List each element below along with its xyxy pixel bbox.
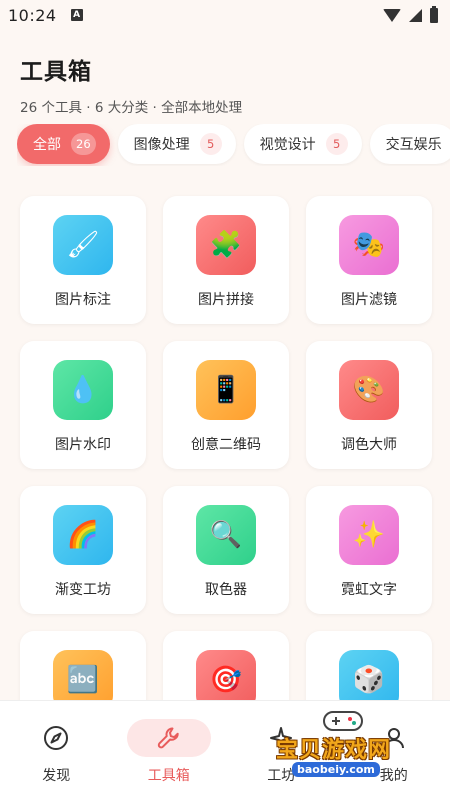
notification-a-icon: A — [70, 9, 83, 21]
tab-label: 图像处理 — [133, 137, 190, 153]
battery-icon — [430, 5, 438, 23]
tab-count-badge: 5 — [199, 133, 222, 155]
watermark-text: 宝贝游戏网 — [276, 738, 392, 763]
tab-all[interactable]: 全部 26 — [17, 124, 110, 164]
paintbrush-icon: 🖌 — [53, 215, 113, 275]
nav-item-toolbox[interactable]: 工具箱 — [121, 719, 217, 800]
page-subtitle: 26 个工具 · 6 大分类 · 全部本地处理 — [20, 100, 243, 116]
tool-card-color-picker[interactable]: 🔍 取色器 — [163, 486, 289, 614]
compass-icon — [14, 719, 98, 757]
tool-label: 调色大师 — [341, 437, 397, 453]
page-title: 工具箱 — [20, 59, 92, 85]
puzzle-icon: 🧩 — [196, 215, 256, 275]
tab-label: 交互娱乐 — [385, 137, 442, 153]
watermark-url: baobeiy.com — [292, 762, 380, 777]
wifi-icon — [383, 8, 401, 22]
tab-label: 全部 — [33, 137, 61, 153]
tool-label: 取色器 — [205, 582, 247, 598]
tool-card-gradient-workshop[interactable]: 🌈 渐变工坊 — [20, 486, 146, 614]
rainbow-icon: 🌈 — [53, 505, 113, 565]
tool-grid: 🖌 图片标注 🧩 图片拼接 🎭 图片滤镜 💧 图片水印 📱 创意二维码 🎨 调色… — [20, 196, 432, 759]
masks-icon: 🎭 — [339, 215, 399, 275]
tool-label: 创意二维码 — [191, 437, 261, 453]
nav-label: 发现 — [42, 768, 71, 784]
nav-item-discover[interactable]: 发现 — [8, 719, 104, 800]
wrench-icon — [126, 719, 211, 757]
tool-card-neon-text[interactable]: ✨ 霓虹文字 — [306, 486, 432, 614]
droplet-icon: 💧 — [53, 360, 113, 420]
tool-label: 图片水印 — [55, 437, 111, 453]
magnifier-icon: 🔍 — [196, 505, 256, 565]
palette-icon: 🎨 — [339, 360, 399, 420]
tool-card-image-filter[interactable]: 🎭 图片滤镜 — [306, 196, 432, 324]
tab-image-processing[interactable]: 图像处理 5 — [117, 124, 236, 164]
phone-icon: 📱 — [196, 360, 256, 420]
nav-label: 工具箱 — [147, 768, 190, 784]
gamepad-icon — [323, 711, 363, 731]
page-header: 工具箱 26 个工具 · 6 大分类 · 全部本地处理 — [20, 52, 242, 116]
tool-label: 图片拼接 — [198, 292, 254, 308]
tool-card-color-master[interactable]: 🎨 调色大师 — [306, 341, 432, 469]
tab-interactive-entertainment[interactable]: 交互娱乐 — [369, 124, 450, 164]
tool-label: 渐变工坊 — [55, 582, 111, 598]
tool-card-image-annotate[interactable]: 🖌 图片标注 — [20, 196, 146, 324]
tool-label: 图片滤镜 — [341, 292, 397, 308]
status-bar: 10:24 A — [0, 0, 450, 30]
tool-card-image-stitch[interactable]: 🧩 图片拼接 — [163, 196, 289, 324]
tool-label: 霓虹文字 — [341, 582, 397, 598]
status-time: 10:24 — [8, 5, 57, 25]
status-icons — [383, 5, 438, 23]
sparkles-icon: ✨ — [339, 505, 399, 565]
tool-card-creative-qrcode[interactable]: 📱 创意二维码 — [163, 341, 289, 469]
tab-count-badge: 5 — [325, 133, 348, 155]
category-tabs: 全部 26 图像处理 5 视觉设计 5 交互娱乐 — [17, 124, 450, 166]
tab-label: 视觉设计 — [259, 137, 316, 153]
tab-count-badge: 26 — [71, 133, 96, 155]
signal-icon — [409, 8, 422, 22]
site-watermark: 宝贝游戏网 baobeiy.com — [268, 706, 418, 786]
tab-visual-design[interactable]: 视觉设计 5 — [243, 124, 362, 164]
tool-card-image-watermark[interactable]: 💧 图片水印 — [20, 341, 146, 469]
tool-label: 图片标注 — [55, 292, 111, 308]
